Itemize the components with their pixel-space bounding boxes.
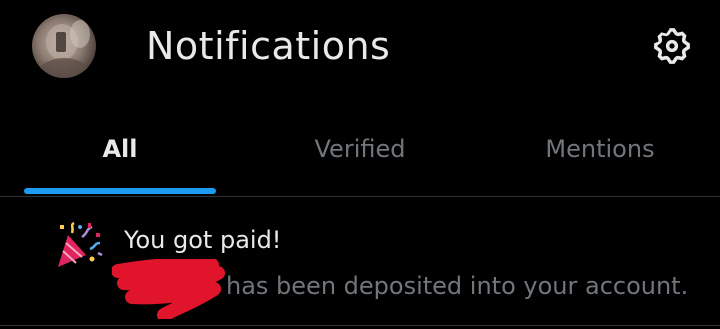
notification-title: You got paid! — [124, 226, 282, 254]
header: Notifications — [0, 0, 720, 100]
active-tab-indicator — [24, 188, 216, 194]
gear-icon — [654, 28, 690, 64]
tab-all[interactable]: All — [0, 100, 240, 196]
item-divider — [0, 325, 720, 326]
tab-label: Mentions — [545, 135, 655, 163]
notification-item[interactable]: You got paid! has been deposited into yo… — [0, 197, 720, 325]
tab-label: All — [102, 135, 138, 163]
notification-body: has been deposited into your account. — [226, 272, 689, 300]
redaction-scribble — [112, 259, 225, 319]
page-title: Notifications — [146, 24, 391, 68]
tab-mentions[interactable]: Mentions — [480, 100, 720, 196]
tab-verified[interactable]: Verified — [240, 100, 480, 196]
notifications-screen: Notifications All Verified Mentions You … — [0, 0, 720, 329]
tab-label: Verified — [314, 135, 406, 163]
tab-bar: All Verified Mentions — [0, 100, 720, 196]
avatar-image — [38, 20, 90, 78]
avatar[interactable] — [32, 14, 96, 78]
party-popper-icon — [58, 221, 103, 267]
settings-button[interactable] — [648, 22, 696, 70]
